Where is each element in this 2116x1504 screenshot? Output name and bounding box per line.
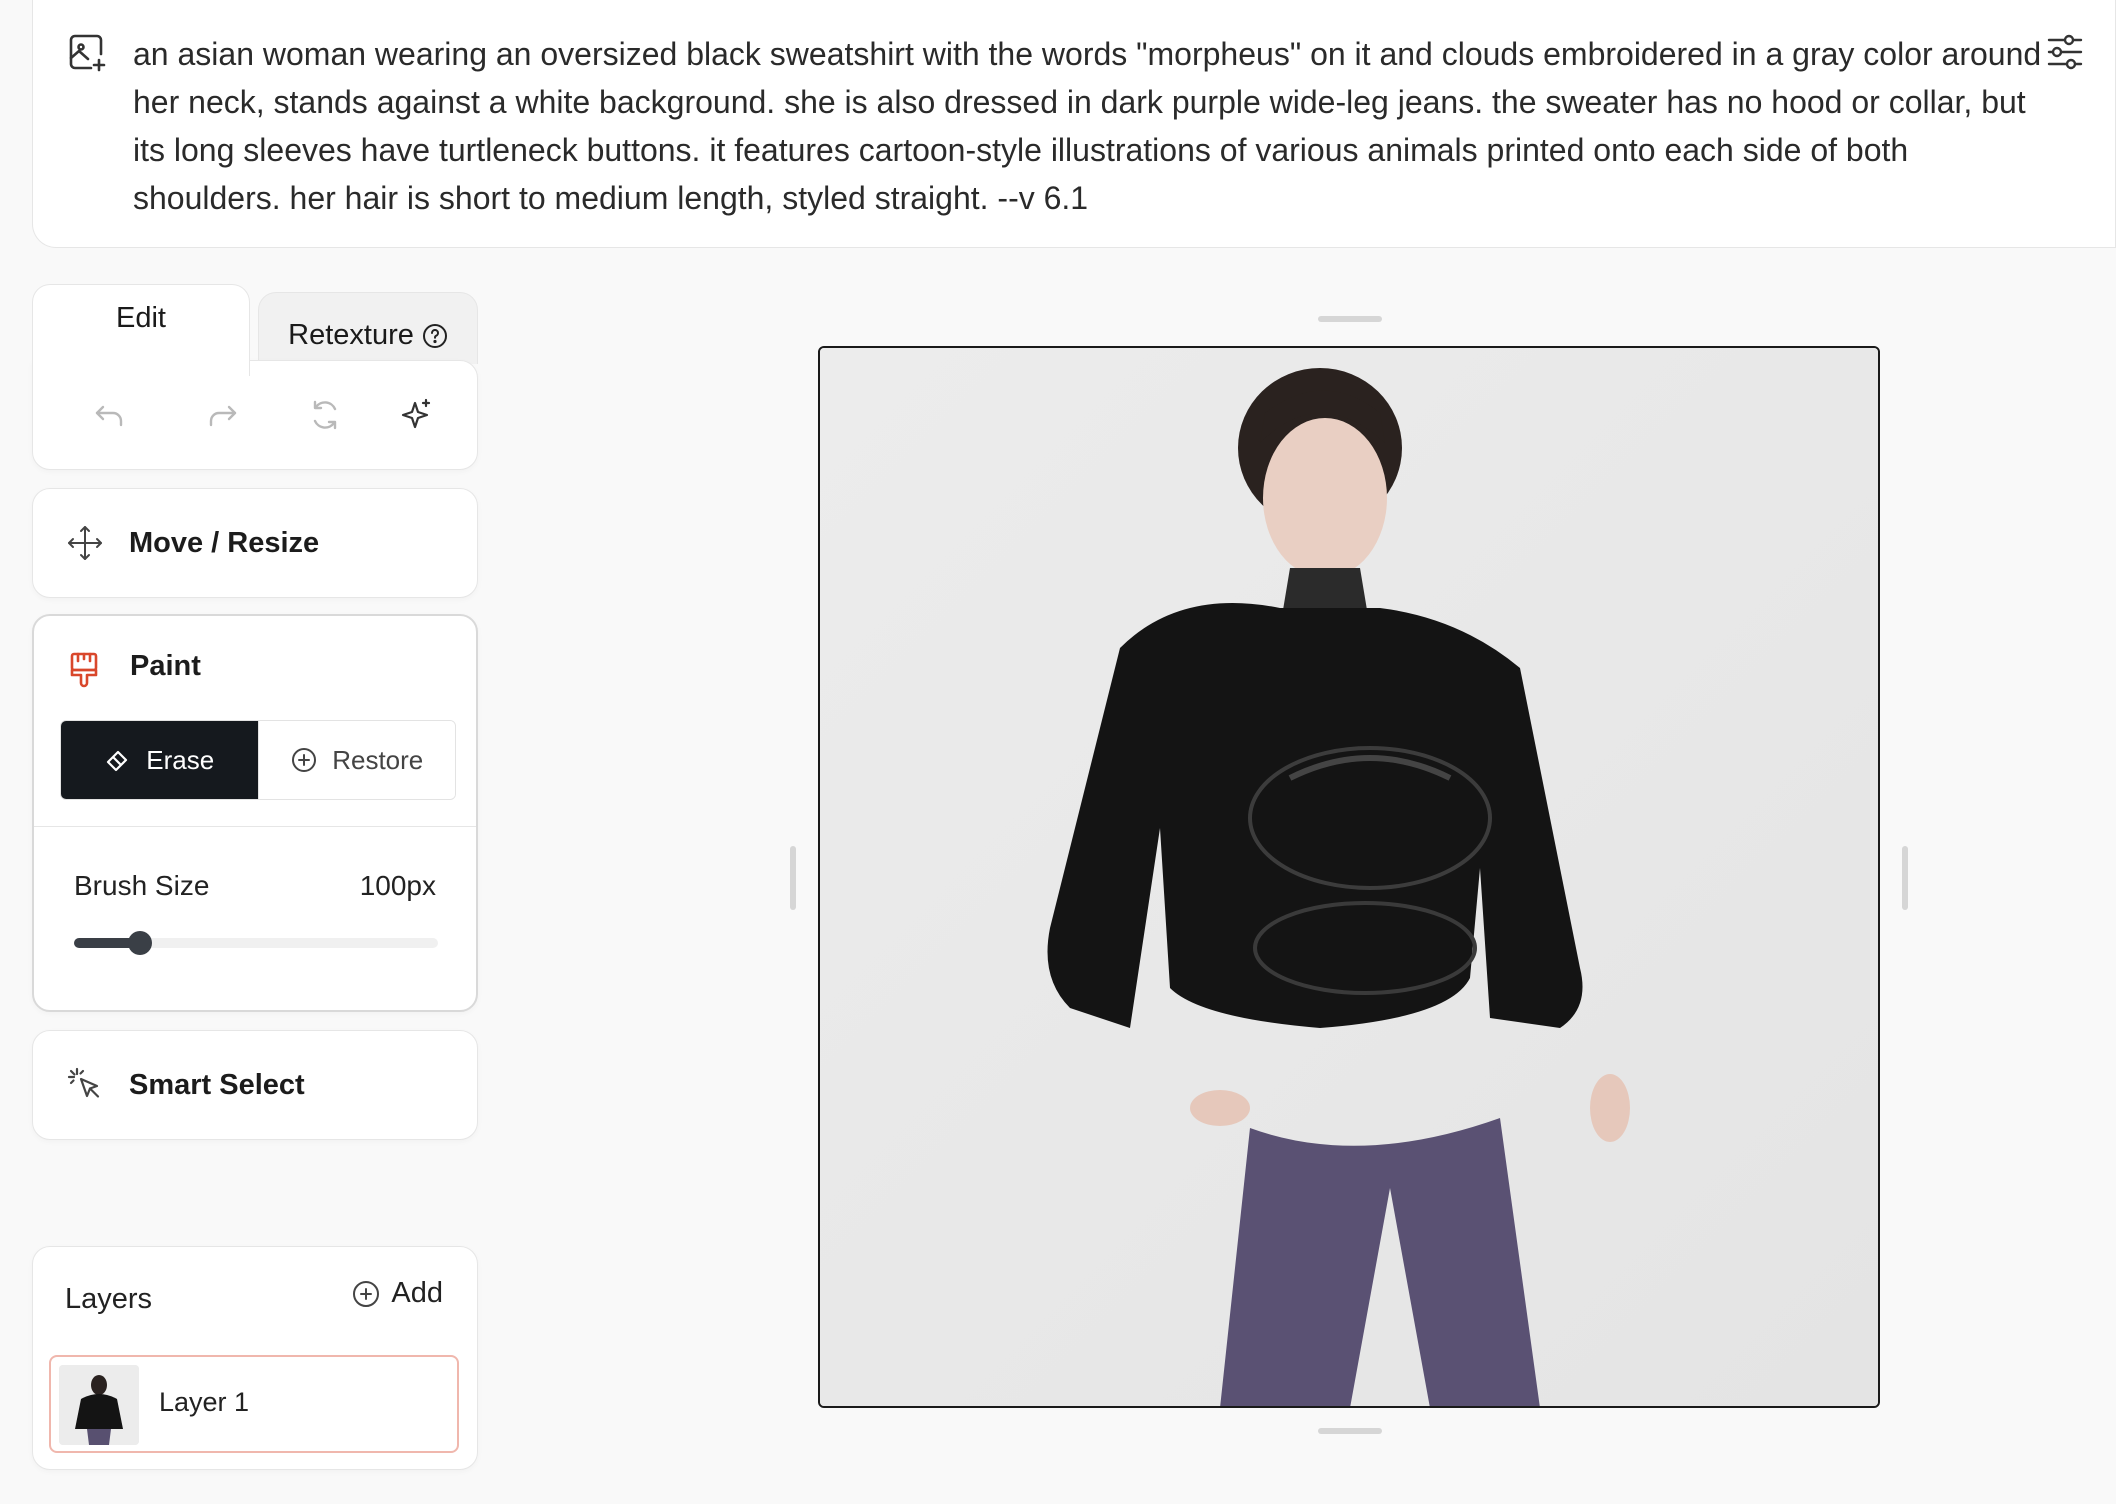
- canvas-left-handle[interactable]: [790, 846, 796, 910]
- cursor-sparkle-icon: [67, 1067, 100, 1098]
- restore-label: Restore: [332, 744, 424, 775]
- tab-edit[interactable]: Edit: [32, 284, 250, 376]
- help-icon[interactable]: [422, 323, 448, 349]
- layers-panel: Layers Add Layer 1: [32, 1246, 478, 1470]
- sparkle-icon[interactable]: [395, 395, 435, 435]
- paint-label: Paint: [130, 650, 201, 682]
- layer-item[interactable]: Layer 1: [49, 1355, 459, 1453]
- divider: [34, 826, 476, 827]
- layer-label: Layer 1: [159, 1387, 250, 1417]
- restore-button[interactable]: Restore: [257, 721, 455, 799]
- tab-retexture[interactable]: Retexture: [258, 292, 478, 364]
- edit-tools-panel: [32, 360, 478, 470]
- brush-size-label: Brush Size: [74, 870, 210, 901]
- brush-size-value: 100px: [359, 870, 436, 901]
- layers-title: Layers: [65, 1283, 153, 1315]
- layer-thumbnail: [59, 1365, 139, 1445]
- add-layer-button[interactable]: Add: [351, 1277, 443, 1310]
- move-arrows-icon: [68, 526, 102, 560]
- paint-mode-toggle: Erase Restore: [60, 720, 456, 800]
- erase-button[interactable]: Erase: [61, 721, 258, 799]
- prompt-bar: an asian woman wearing an oversized blac…: [32, 0, 2116, 248]
- redo-icon[interactable]: [203, 395, 243, 435]
- smart-select-button[interactable]: Smart Select: [32, 1030, 478, 1140]
- move-resize-label: Move / Resize: [129, 526, 320, 559]
- canvas-image[interactable]: [818, 346, 1880, 1408]
- slider-thumb[interactable]: [127, 931, 152, 955]
- plus-circle-icon: [292, 748, 317, 772]
- refresh-icon[interactable]: [305, 395, 345, 435]
- move-resize-button[interactable]: Move / Resize: [32, 488, 478, 598]
- prompt-text[interactable]: an asian woman wearing an oversized blac…: [133, 30, 2063, 222]
- canvas-bottom-handle[interactable]: [1318, 1428, 1382, 1434]
- canvas-right-handle[interactable]: [1902, 846, 1908, 910]
- erase-label: Erase: [146, 744, 215, 775]
- paint-panel: Paint Erase Restore Brush Size 100px: [32, 614, 478, 1012]
- image-add-icon[interactable]: [65, 30, 109, 74]
- canvas-top-handle[interactable]: [1318, 316, 1382, 322]
- brush-size-slider[interactable]: [74, 931, 438, 955]
- plus-circle-icon: [353, 1280, 380, 1307]
- add-layer-label: Add: [391, 1277, 443, 1309]
- photo-woman-sweatshirt: [820, 348, 1878, 1406]
- tab-edit-label: Edit: [116, 302, 166, 334]
- paint-brush-icon[interactable]: [64, 650, 104, 690]
- smart-select-label: Smart Select: [129, 1068, 305, 1101]
- tab-retexture-label: Retexture: [288, 319, 414, 351]
- undo-icon[interactable]: [89, 395, 129, 435]
- sliders-icon[interactable]: [2043, 30, 2087, 74]
- eraser-icon: [107, 750, 128, 772]
